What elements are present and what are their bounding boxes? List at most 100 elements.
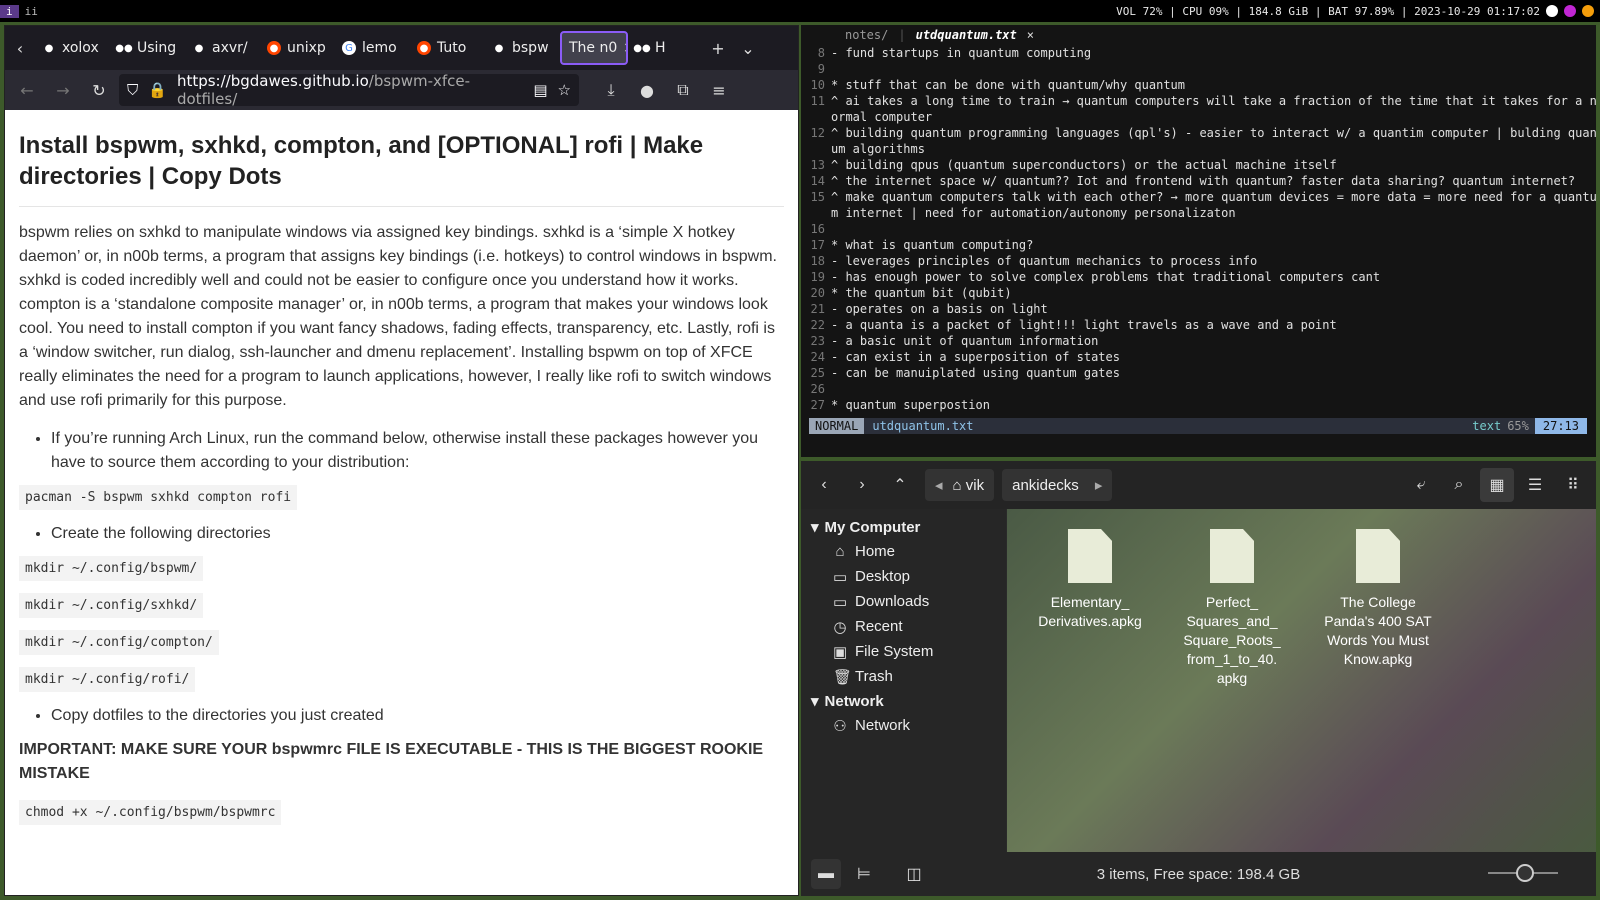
vim-buffer[interactable]: 8- fund startups in quantum computing 9 10… <box>801 45 1596 413</box>
vim-line[interactable]: ormal computer <box>801 109 1596 125</box>
code-pacman: pacman -S bspwm sxhkd compton rofi <box>19 485 298 510</box>
vim-line[interactable]: 22 - a quanta is a packet of light!!! lig… <box>801 317 1596 333</box>
terminal-toggle-icon[interactable]: ⤶ <box>1404 468 1438 502</box>
browser-tab[interactable]: ● axvr/ <box>185 31 260 65</box>
terminal-vim-window[interactable]: notes/ | utdquantum.txt × 8 - fund startu… <box>801 25 1596 457</box>
vim-line[interactable]: m internet | need for automation/autonom… <box>801 205 1596 221</box>
browser-tab[interactable]: ● Tuto <box>410 31 485 65</box>
icon-view-icon[interactable]: ▦ <box>1480 468 1514 502</box>
line-text: - a basic unit of quantum information <box>831 334 1099 348</box>
browser-tab[interactable]: ● unixp <box>260 31 335 65</box>
lock-icon[interactable]: 🔒 <box>148 81 167 99</box>
firefox-tray-icon[interactable] <box>1582 5 1594 17</box>
up-icon[interactable]: ⌃ <box>883 468 917 502</box>
file-item[interactable]: Elementary_ Derivatives.apkg <box>1025 529 1155 631</box>
breadcrumb-home[interactable]: vik <box>966 477 984 494</box>
sidebar-item[interactable]: ▭ Downloads <box>801 589 1006 614</box>
vim-line[interactable]: 23 - a basic unit of quantum information <box>801 333 1596 349</box>
browser-tab[interactable]: ●● Using <box>110 31 185 65</box>
vim-line[interactable]: 9 <box>801 61 1596 77</box>
shield-icon[interactable]: ⛉ <box>127 81 138 99</box>
vim-line[interactable]: 11 ^ ai takes a long time to train → quan… <box>801 93 1596 109</box>
line-text: - leverages principles of quantum mechan… <box>831 254 1258 268</box>
vim-line[interactable]: 12 ^ building quantum programming languag… <box>801 125 1596 141</box>
vim-line[interactable]: 25 - can be manuiplated using quantum gat… <box>801 365 1596 381</box>
reload-icon[interactable]: ↻ <box>83 81 115 100</box>
browser-tab[interactable]: The n0× <box>560 31 628 65</box>
url-bar[interactable]: ⛉ 🔒 https://bgdawes.github.io/bspwm-xfce… <box>119 72 579 108</box>
breadcrumb-right-icon[interactable]: ▸ <box>1095 476 1103 494</box>
vim-filename: utdquantum.txt <box>872 419 974 433</box>
close-icon[interactable]: × <box>1027 28 1034 42</box>
bluetooth-icon[interactable] <box>1546 5 1558 17</box>
fm-toolbar: ‹ › ⌃ ◂ ⌂ vik ankidecks ▸ ⤶ ⌕ ▦ ☰ ⠿ <box>801 461 1596 509</box>
browser-tab[interactable]: ●● H <box>628 31 703 65</box>
vim-line[interactable]: 10 * stuff that can be done with quantum/… <box>801 77 1596 93</box>
vim-line[interactable]: 20 * the quantum bit (qubit) <box>801 285 1596 301</box>
vim-line[interactable]: 17 * what is quantum computing? <box>801 237 1596 253</box>
sidebar-item[interactable]: ⌂ Home <box>801 539 1006 564</box>
breadcrumb-current-wrap: ankidecks ▸ <box>1002 469 1113 501</box>
vim-line[interactable]: 15 ^ make quantum computers talk with eac… <box>801 189 1596 205</box>
bullet-arch: If you’re running Arch Linux, run the co… <box>51 427 784 475</box>
vim-line[interactable]: 21 - operates on a basis on light <box>801 301 1596 317</box>
account-icon[interactable]: ● <box>631 81 663 100</box>
vim-line[interactable]: um algorithms <box>801 141 1596 157</box>
vim-line[interactable]: 13 ^ building qpus (quantum superconducto… <box>801 157 1596 173</box>
vim-line[interactable]: 14 ^ the internet space w/ quantum?? Iot … <box>801 173 1596 189</box>
new-tab-icon[interactable]: + <box>703 39 733 58</box>
github-icon: ● <box>44 42 54 54</box>
breadcrumb-left-icon[interactable]: ◂ <box>935 476 943 494</box>
workspace-1[interactable]: i <box>0 4 19 18</box>
breadcrumb-current[interactable]: ankidecks <box>1012 477 1079 494</box>
sidebar-section[interactable]: ▾ My Computer <box>801 515 1006 539</box>
file-item[interactable]: The College Panda's 400 SAT Words You Mu… <box>1313 529 1443 669</box>
back-icon[interactable]: ← <box>11 81 43 100</box>
bookmark-star-icon[interactable]: ☆ <box>558 81 571 99</box>
expander-icon[interactable]: ▾ <box>811 692 819 710</box>
list-view-icon[interactable]: ☰ <box>1518 468 1552 502</box>
page-title: Install bspwm, sxhkd, compton, and [OPTI… <box>19 110 784 207</box>
file-item[interactable]: Perfect_ Squares_and_ Square_Roots_ from… <box>1167 529 1297 688</box>
zoom-slider[interactable] <box>1488 864 1558 882</box>
file-manager-window: ‹ › ⌃ ◂ ⌂ vik ankidecks ▸ ⤶ ⌕ ▦ ☰ ⠿ ▾ My … <box>801 461 1596 896</box>
vim-line[interactable]: 8 - fund startups in quantum computing <box>801 45 1596 61</box>
vim-line[interactable]: 27 * quantum superpostion <box>801 397 1596 413</box>
sidebar-section[interactable]: ▾ Network <box>801 689 1006 713</box>
browser-tab[interactable]: ● xolox <box>35 31 110 65</box>
back-icon[interactable]: ‹ <box>807 468 841 502</box>
vim-line[interactable]: 16 <box>801 221 1596 237</box>
sidebar-item[interactable]: ▭ Desktop <box>801 564 1006 589</box>
download-icon[interactable]: ⤓ <box>595 80 627 100</box>
vim-tab-utdquantum[interactable]: utdquantum.txt <box>916 28 1017 42</box>
zoom-slider-knob[interactable] <box>1516 864 1534 882</box>
sidebar-item[interactable]: ◷ Recent <box>801 614 1006 639</box>
sidebar-item[interactable]: ▣ File System <box>801 639 1006 664</box>
app-tray-icon[interactable] <box>1564 5 1576 17</box>
vim-line[interactable]: 19 - has enough power to solve complex pr… <box>801 269 1596 285</box>
fm-status-text: 3 items, Free space: 198.4 GB <box>1096 865 1301 883</box>
tab-scroll-left-icon[interactable]: ‹ <box>5 39 35 58</box>
extensions-icon[interactable]: ⧉ <box>667 80 699 100</box>
sidebar-item[interactable]: ⚇ Network <box>801 713 1006 738</box>
browser-window: ‹ ● xolox ●● Using ● axvr/ ● unixp Glemo ● Tuto ● bs… <box>4 25 799 896</box>
workspace-2[interactable]: ii <box>19 5 44 18</box>
sidebar-item[interactable]: 🗑 Trash <box>801 664 1006 689</box>
expander-icon[interactable]: ▾ <box>811 518 819 536</box>
vim-line[interactable]: 18 - leverages principles of quantum mech… <box>801 253 1596 269</box>
vim-line[interactable]: 24 - can exist in a superposition of stat… <box>801 349 1596 365</box>
list-tabs-icon[interactable]: ⌄ <box>733 39 763 58</box>
forward-icon[interactable]: › <box>845 468 879 502</box>
document-icon <box>1068 529 1112 583</box>
reader-view-icon[interactable]: ▤ <box>533 81 547 99</box>
clock-icon: ◷ <box>833 618 847 636</box>
browser-tab[interactable]: ● bspw <box>485 31 560 65</box>
search-icon[interactable]: ⌕ <box>1442 468 1476 502</box>
fm-file-area[interactable]: Elementary_ Derivatives.apkg Perfect_ Squ… <box>1007 509 1596 852</box>
compact-view-icon[interactable]: ⠿ <box>1556 468 1590 502</box>
vim-line[interactable]: 26 <box>801 381 1596 397</box>
forward-icon[interactable]: → <box>47 81 79 100</box>
vim-tab-notes[interactable]: notes/ <box>845 28 888 42</box>
browser-tab[interactable]: Glemo <box>335 31 410 65</box>
menu-icon[interactable]: ≡ <box>703 81 735 100</box>
